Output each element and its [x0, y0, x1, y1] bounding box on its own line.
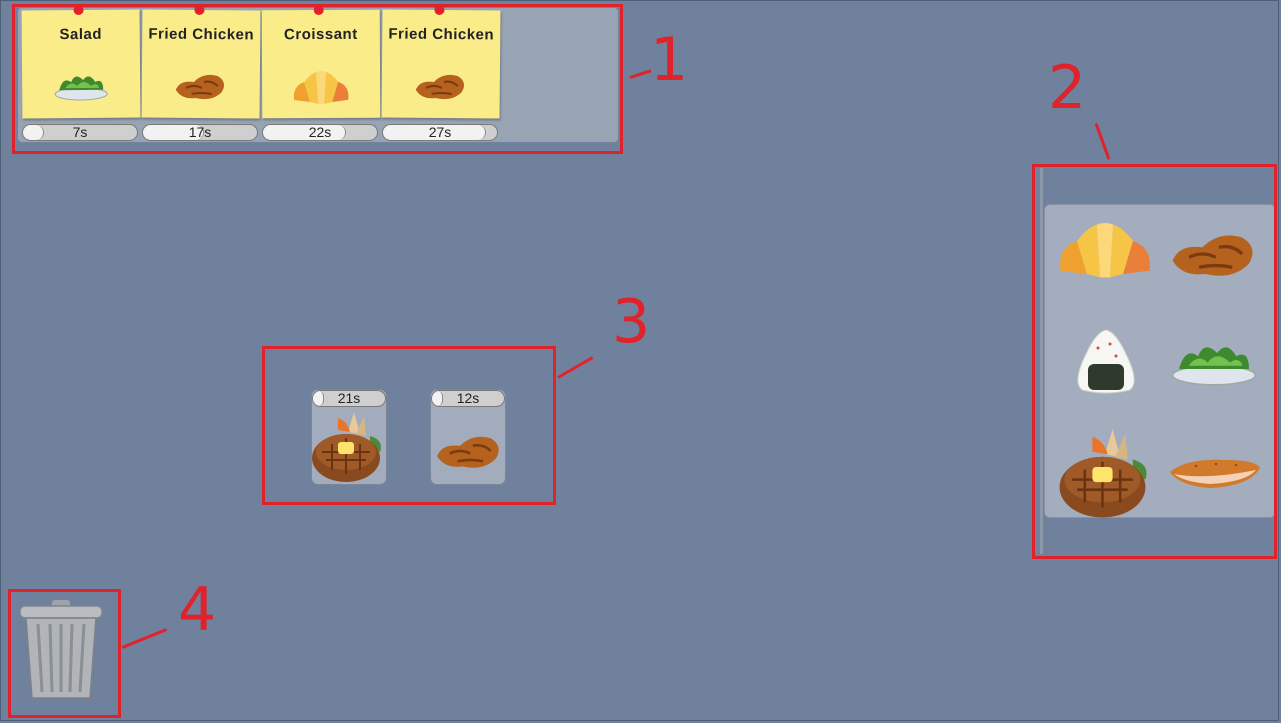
- annotation-box-station: [262, 346, 556, 505]
- annotation-number: 4: [178, 575, 217, 645]
- annotation-box-trash: [8, 589, 121, 718]
- annotation-box-ingredients: [1032, 164, 1277, 559]
- annotation-box-orders: [12, 4, 623, 154]
- annotation-number: 2: [1048, 53, 1087, 123]
- annotation-number: 3: [612, 287, 651, 357]
- annotation-number: 1: [650, 25, 689, 95]
